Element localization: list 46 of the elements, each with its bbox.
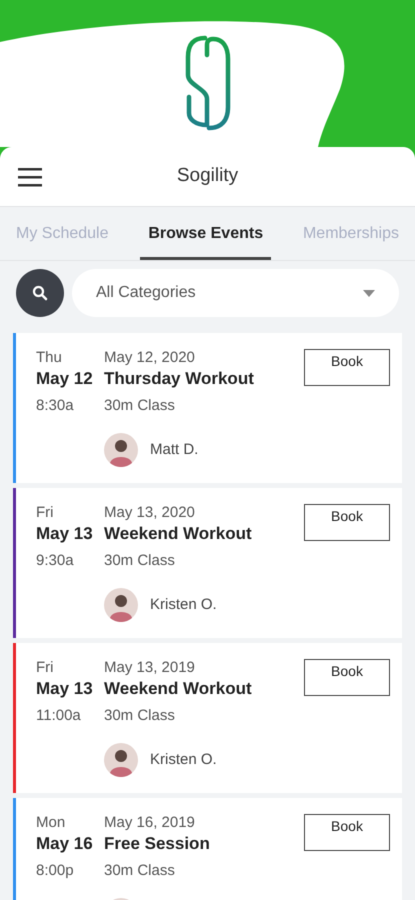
event-full-date: May 12, 2020 — [104, 349, 196, 367]
event-full-date: May 13, 2019 — [104, 659, 196, 677]
avatar-icon — [104, 588, 138, 622]
event-title: Weekend Workout — [104, 678, 253, 700]
event-date: May 12 — [36, 368, 94, 390]
event-weekday: Mon — [36, 814, 66, 832]
event-type: 30m Class — [104, 396, 176, 416]
event-card[interactable]: Thu May 12 8:30a May 12, 2020 Thursday Workout 30m Class Matt D. Book — [13, 333, 402, 483]
category-dropdown[interactable]: All Categories — [72, 269, 399, 317]
instructor-name: Kristen O. — [150, 750, 217, 770]
menu-icon[interactable] — [16, 166, 44, 186]
book-button[interactable]: Book — [304, 659, 390, 696]
app-title: Sogility — [176, 164, 238, 188]
event-date: May 16 — [36, 833, 94, 855]
event-full-date: May 13, 2020 — [104, 504, 196, 522]
event-weekday: Fri — [36, 659, 54, 677]
event-date: May 13 — [36, 523, 94, 545]
tab[interactable]: Browse Events — [140, 207, 272, 260]
event-type: 30m Class — [104, 551, 176, 571]
caret-icon — [363, 290, 375, 296]
avatar-icon — [104, 433, 138, 467]
logo-icon — [185, 35, 231, 131]
event-date: May 13 — [36, 678, 94, 700]
search-button[interactable] — [16, 269, 64, 317]
event-time: 11:00a — [36, 706, 82, 726]
event-type: 30m Class — [104, 706, 176, 726]
event-card[interactable]: Mon May 16 8:00p May 16, 2019 Free Session 30m Class Book — [13, 798, 402, 900]
event-time: 8:30a — [36, 396, 75, 416]
instructor-name: Matt D. — [150, 440, 198, 460]
event-card[interactable]: Fri May 13 11:00a May 13, 2019 Weekend Workout 30m Class Kristen O. Book — [13, 643, 402, 793]
event-card[interactable]: Fri May 13 9:30a May 13, 2020 Weekend Workout 30m Class Kristen O. Book — [13, 488, 402, 638]
event-full-date: May 16, 2019 — [104, 814, 196, 832]
event-type: 30m Class — [104, 861, 176, 881]
event-time: 8:00p — [36, 861, 75, 881]
book-button[interactable]: Book — [304, 349, 390, 386]
instructor-name: Kristen O. — [150, 594, 217, 615]
event-weekday: Thu — [36, 349, 63, 367]
event-title: Free Session — [104, 833, 211, 855]
event-title: Thursday Workout — [104, 368, 255, 390]
avatar-icon — [104, 743, 138, 777]
search-icon — [32, 285, 48, 301]
book-button[interactable]: Book — [304, 814, 390, 851]
event-title: Weekend Workout — [104, 523, 253, 545]
book-button[interactable]: Book — [304, 504, 390, 541]
event-weekday: Fri — [36, 504, 54, 522]
event-time: 9:30a — [36, 551, 75, 571]
